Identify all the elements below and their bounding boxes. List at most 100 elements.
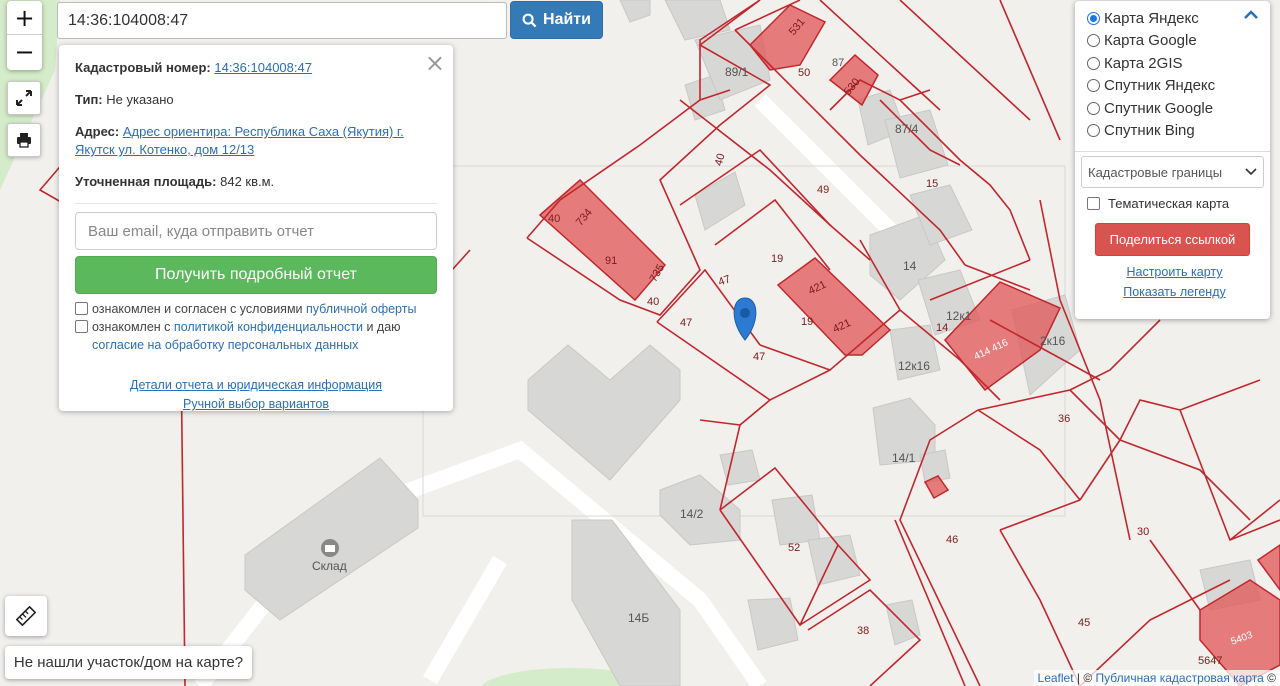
parcel-label: 52 <box>788 542 800 554</box>
address-label: Адрес: <box>75 124 120 139</box>
parcel-label: 5647 <box>1198 655 1222 667</box>
cadastral-row: Кадастровый номер: 14:36:104008:47 <box>75 59 437 77</box>
fullscreen-button[interactable] <box>7 81 41 115</box>
basemap-option[interactable]: Карта Яндекс <box>1087 7 1262 30</box>
area-row: Уточненная площадь: 842 кв.м. <box>75 173 437 191</box>
parcel-label: 19 <box>771 253 783 265</box>
type-label: Тип: <box>75 92 103 107</box>
warehouse-icon <box>321 539 339 557</box>
privacy-consent-mid: и даю <box>366 320 401 334</box>
parcel-label: 47 <box>680 317 692 329</box>
basemap-option-label: Спутник Яндекс <box>1104 77 1216 95</box>
basemap-radio[interactable] <box>1087 101 1100 115</box>
thematic-map-label: Тематическая карта <box>1108 196 1230 211</box>
overlay-select[interactable]: Кадастровые границы <box>1081 156 1264 188</box>
measure-button[interactable] <box>5 596 47 636</box>
report-details-link[interactable]: Детали отчета и юридическая информация <box>75 376 437 395</box>
overlay-select-value: Кадастровые границы <box>1088 164 1223 180</box>
building-label: 12к1 <box>946 309 972 323</box>
configure-map-link[interactable]: Настроить карту <box>1087 265 1262 279</box>
share-link-button[interactable]: Поделиться ссылкой <box>1095 223 1250 256</box>
email-field[interactable] <box>75 212 437 250</box>
cadastral-number-link[interactable]: 14:36:104008:47 <box>214 60 312 75</box>
area-value: 842 кв.м. <box>220 174 275 189</box>
basemap-radio[interactable] <box>1087 56 1100 70</box>
parcel-label: 46 <box>946 534 958 546</box>
privacy-policy-link[interactable]: политикой конфиденциальности <box>174 320 363 334</box>
offer-consent-row: ознакомлен и согласен с условиями публич… <box>75 300 437 318</box>
building-label: Склад <box>312 559 347 573</box>
building-label: 14/1 <box>892 451 916 465</box>
basemap-radio[interactable] <box>1087 11 1100 25</box>
zoom-in-button[interactable]: + <box>7 1 42 35</box>
building-label: 12к16 <box>898 359 930 373</box>
type-row: Тип: Не указано <box>75 91 437 109</box>
pkk-link[interactable]: Публичная кадастровая карта <box>1096 671 1264 685</box>
basemap-option[interactable]: Спутник Яндекс <box>1087 75 1262 98</box>
chevron-down-icon <box>1245 168 1257 176</box>
parcel-info-panel: × Кадастровый номер: 14:36:104008:47 Тип… <box>59 45 453 411</box>
parcel-label: 50 <box>798 67 810 79</box>
basemap-option-label: Карта 2GIS <box>1104 54 1183 72</box>
parcel-label: 36 <box>1058 413 1070 425</box>
parcel-label: 14 <box>936 322 948 334</box>
leaflet-link[interactable]: Leaflet <box>1038 671 1074 685</box>
cadastral-label: Кадастровый номер: <box>75 60 211 75</box>
printer-icon <box>17 133 31 148</box>
attribution-tail: © <box>1263 671 1276 685</box>
basemap-option[interactable]: Спутник Bing <box>1087 120 1262 143</box>
zoom-out-button[interactable]: − <box>7 35 42 69</box>
offer-consent-label: ознакомлен и согласен с условиями <box>92 302 303 316</box>
privacy-consent-row: ознакомлен с политикой конфиденциальност… <box>75 318 437 354</box>
personal-data-consent-link[interactable]: согласие на обработку персональных данны… <box>92 338 358 352</box>
address-link[interactable]: Адрес ориентира: Республика Саха (Якутия… <box>75 124 404 157</box>
area-label: Уточненная площадь: <box>75 174 217 189</box>
basemap-option-label: Спутник Bing <box>1104 122 1195 140</box>
basemap-options: Карта Яндекс Карта Google Карта 2GIS Спутни… <box>1087 7 1262 142</box>
basemap-option[interactable]: Спутник Google <box>1087 97 1262 120</box>
basemap-option[interactable]: Карта 2GIS <box>1087 52 1262 75</box>
privacy-consent-label: ознакомлен с <box>92 320 171 334</box>
attribution-separator: | © <box>1073 671 1096 685</box>
parcel-label: 40 <box>647 296 659 308</box>
search-button-label: Найти <box>543 11 591 28</box>
public-offer-link[interactable]: публичной оферты <box>306 302 416 316</box>
offer-consent-checkbox[interactable] <box>75 302 88 315</box>
search-input[interactable] <box>57 2 507 39</box>
building-label: 89/1 <box>725 65 749 79</box>
get-report-button[interactable]: Получить подробный отчет <box>75 256 437 294</box>
close-icon[interactable]: × <box>425 49 445 77</box>
basemap-option-label: Карта Google <box>1104 32 1197 50</box>
basemap-option[interactable]: Карта Google <box>1087 30 1262 53</box>
chevron-up-icon[interactable] <box>1244 7 1258 25</box>
map-attribution: Leaflet | © Публичная кадастровая карта … <box>1033 670 1280 686</box>
type-value: Не указано <box>106 92 174 107</box>
fullscreen-icon <box>16 90 32 106</box>
building-label: 2к16 <box>1040 334 1066 348</box>
parcel-label: 91 <box>605 255 617 267</box>
thematic-map-checkbox[interactable] <box>1087 197 1100 210</box>
print-button[interactable] <box>7 123 41 157</box>
parcel-label: 47 <box>753 351 765 363</box>
privacy-consent-text: ознакомлен с политикой конфиденциальност… <box>92 318 437 354</box>
layers-panel: Карта Яндекс Карта Google Карта 2GIS Спутни… <box>1075 1 1270 319</box>
manual-selection-link[interactable]: Ручной выбор вариантов <box>75 395 437 414</box>
parcel-label: 30 <box>1137 526 1149 538</box>
not-found-button[interactable]: Не нашли участок/дом на карте? <box>5 646 252 679</box>
basemap-radio[interactable] <box>1087 34 1100 48</box>
zoom-control: + − <box>7 1 42 70</box>
show-legend-link[interactable]: Показать легенду <box>1087 285 1262 299</box>
thematic-map-row: Тематическая карта <box>1087 196 1262 211</box>
basemap-radio[interactable] <box>1087 124 1100 138</box>
ruler-icon <box>16 606 36 626</box>
building-label: 87/4 <box>895 122 919 136</box>
parcel-label: 38 <box>857 625 869 637</box>
address-row: Адрес: Адрес ориентира: Республика Саха … <box>75 123 437 159</box>
building-label: 14/2 <box>680 507 704 521</box>
search-button[interactable]: Найти <box>510 1 603 39</box>
basemap-radio[interactable] <box>1087 79 1100 93</box>
basemap-option-label: Спутник Google <box>1104 99 1214 117</box>
privacy-consent-checkbox[interactable] <box>75 320 88 333</box>
divider <box>1075 151 1270 152</box>
parcel-label: 49 <box>817 184 829 196</box>
